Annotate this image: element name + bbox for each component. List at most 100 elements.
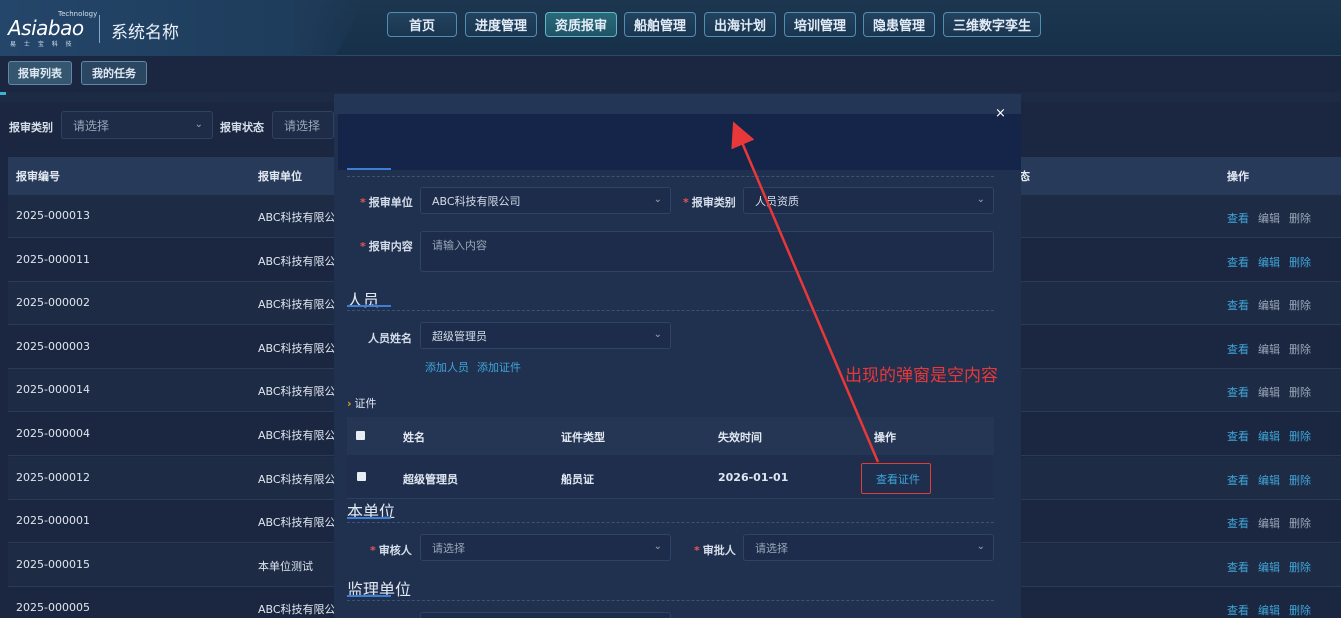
edit-link[interactable]: 编辑	[1258, 515, 1280, 531]
row-unit: ABC科技有限公	[258, 472, 336, 486]
annotation-text: 出现的弹窗是空内容	[845, 366, 998, 386]
nav-progress[interactable]: 进度管理	[465, 12, 537, 37]
certificates-subtitle: › 证件	[347, 397, 377, 410]
view-link[interactable]: 查看	[1227, 515, 1249, 531]
row-unit: ABC科技有限公	[258, 341, 336, 355]
cert-col-type: 证件类型	[561, 431, 605, 444]
view-link[interactable]: 查看	[1227, 210, 1249, 226]
status-filter-select[interactable]: 请选择	[272, 111, 334, 139]
row-number: 2025-000015	[16, 557, 90, 571]
reviewer-placeholder: 请选择	[432, 541, 465, 555]
nav-qualification[interactable]: 资质报审	[545, 12, 617, 37]
nav-home[interactable]: 首页	[387, 12, 457, 37]
nav-hazard[interactable]: 隐患管理	[863, 12, 935, 37]
person-name-label: 人员姓名	[368, 332, 412, 345]
category-filter-placeholder: 请选择	[73, 118, 110, 133]
logo-subtext: 易 士 宝 科 技	[10, 41, 75, 48]
edit-link[interactable]: 编辑	[1258, 602, 1280, 618]
delete-link[interactable]: 删除	[1289, 341, 1311, 357]
row-checkbox[interactable]	[357, 472, 366, 481]
content-textarea[interactable]: 请输入内容	[420, 231, 994, 272]
edit-link[interactable]: 编辑	[1258, 472, 1280, 488]
chevron-down-icon: ⌄	[653, 541, 662, 552]
nav-training[interactable]: 培训管理	[784, 12, 856, 37]
category-label: * 报审类别	[683, 196, 736, 209]
edit-link[interactable]: 编辑	[1258, 254, 1280, 270]
view-link[interactable]: 查看	[1227, 384, 1249, 400]
add-certificate-link[interactable]: 添加证件	[477, 359, 521, 375]
cert-name: 超级管理员	[403, 473, 458, 486]
view-link[interactable]: 查看	[1227, 472, 1249, 488]
person-name-select[interactable]: 超级管理员 ⌄	[420, 322, 671, 349]
view-link[interactable]: 查看	[1227, 602, 1249, 618]
view-link[interactable]: 查看	[1227, 341, 1249, 357]
close-icon[interactable]: ×	[995, 106, 1006, 121]
delete-link[interactable]: 删除	[1289, 602, 1311, 618]
section-underline	[347, 517, 391, 519]
edit-link[interactable]: 编辑	[1258, 341, 1280, 357]
category-filter-select[interactable]: 请选择 ⌄	[61, 111, 213, 139]
row-number: 2025-000003	[16, 339, 90, 353]
cert-expiry: 2026-01-01	[718, 471, 789, 484]
category-select[interactable]: 人员资质 ⌄	[743, 187, 994, 214]
col-actions: 操作	[1227, 170, 1249, 183]
delete-link[interactable]: 删除	[1289, 559, 1311, 575]
edit-link[interactable]: 编辑	[1258, 559, 1280, 575]
col-number: 报审编号	[16, 170, 60, 183]
section-divider	[347, 176, 994, 177]
view-link[interactable]: 查看	[1227, 254, 1249, 270]
tab-my-tasks[interactable]: 我的任务	[81, 61, 147, 85]
delete-link[interactable]: 删除	[1289, 254, 1311, 270]
unit-select[interactable]: ABC科技有限公司 ⌄	[420, 187, 671, 214]
edit-link[interactable]: 编辑	[1258, 384, 1280, 400]
row-unit: ABC科技有限公	[258, 429, 336, 442]
view-link[interactable]: 查看	[1227, 428, 1249, 444]
row-number: 2025-000001	[16, 514, 90, 528]
row-number: 2025-000011	[16, 252, 90, 266]
approver-select[interactable]: 请选择 ⌄	[743, 534, 994, 561]
delete-link[interactable]: 删除	[1289, 210, 1311, 226]
delete-link[interactable]: 删除	[1289, 428, 1311, 444]
row-number: 2025-000012	[16, 470, 90, 484]
tab-review-list[interactable]: 报审列表	[8, 61, 72, 85]
reviewer-select[interactable]: 请选择 ⌄	[420, 534, 671, 561]
chevron-right-icon: ›	[347, 397, 352, 410]
row-unit: ABC科技有限公	[258, 211, 336, 224]
nav-digital-twin[interactable]: 三维数字孪生	[943, 12, 1041, 37]
edit-link[interactable]: 编辑	[1258, 428, 1280, 444]
reviewer-label: * 审核人	[370, 544, 412, 557]
chevron-down-icon: ⌄	[976, 194, 985, 205]
nav-voyage-plan[interactable]: 出海计划	[704, 12, 776, 37]
view-link[interactable]: 查看	[1227, 297, 1249, 313]
section-divider	[347, 310, 994, 311]
delete-link[interactable]: 删除	[1289, 472, 1311, 488]
supervisor-select[interactable]	[420, 612, 671, 618]
edit-link[interactable]: 编辑	[1258, 297, 1280, 313]
delete-link[interactable]: 删除	[1289, 384, 1311, 400]
nav-vessel[interactable]: 船舶管理	[624, 12, 696, 37]
row-number: 2025-000004	[16, 427, 90, 440]
chevron-down-icon: ⌄	[976, 541, 985, 552]
cert-col-expiry: 失效时间	[718, 431, 762, 444]
chevron-down-icon: ⌄	[653, 194, 662, 205]
modal-top-bar	[334, 94, 1021, 114]
delete-link[interactable]: 删除	[1289, 297, 1311, 313]
content-placeholder: 请输入内容	[432, 239, 487, 252]
system-name: 系统名称	[111, 23, 179, 43]
chevron-down-icon: ⌄	[194, 119, 203, 130]
section-underline	[347, 305, 391, 307]
delete-link[interactable]: 删除	[1289, 515, 1311, 531]
select-all-checkbox[interactable]	[356, 431, 365, 440]
cert-col-actions: 操作	[874, 431, 896, 444]
add-person-link[interactable]: 添加人员	[425, 359, 469, 375]
modal-header-empty	[338, 114, 1021, 170]
brand-divider	[99, 15, 100, 43]
row-number: 2025-000002	[16, 296, 90, 310]
edit-link[interactable]: 编辑	[1258, 210, 1280, 226]
section-underline	[347, 168, 391, 170]
approver-label: * 审批人	[694, 544, 736, 557]
category-filter-label: 报审类别	[9, 121, 53, 134]
col-unit: 报审单位	[258, 170, 302, 183]
view-link[interactable]: 查看	[1227, 559, 1249, 575]
annotation-highlight-box	[861, 463, 931, 494]
